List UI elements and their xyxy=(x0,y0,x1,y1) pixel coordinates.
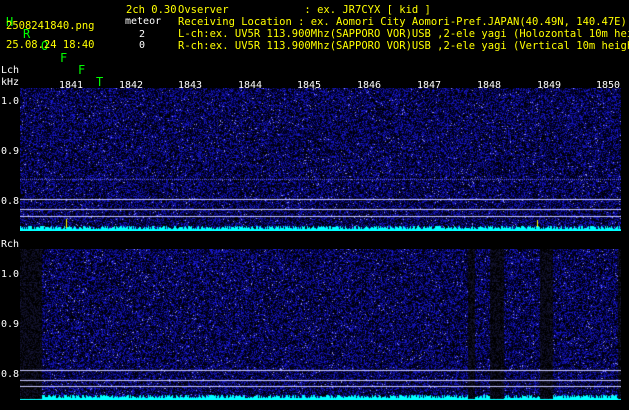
lch-tick-0.9: 0.9 xyxy=(1,146,20,157)
lch-unit: kHz xyxy=(1,77,20,88)
lch-tick-1.0: 1.0 xyxy=(1,96,20,107)
lch-label: Lch xyxy=(1,65,20,76)
rch-info-line: R-ch:ex. UV5R 113.900Mhz(SAPPORO VOR)USB… xyxy=(178,40,629,52)
meteor-count-lch: 2 xyxy=(139,29,146,40)
meteor-count-rch: 0 xyxy=(139,40,146,51)
title-letter: T xyxy=(96,75,104,89)
filename: 2508241840.png xyxy=(6,20,95,32)
mode-label: 2ch 0.30 xyxy=(126,4,177,16)
lch-tick-0.8: 0.8 xyxy=(1,196,20,207)
title-letter: F xyxy=(78,63,86,77)
meteor-label: meteor xyxy=(125,16,162,27)
location-line: Receiving Location : ex. Aomori City Aom… xyxy=(178,16,627,28)
rch-label: Rch xyxy=(1,239,20,250)
title-letter: F xyxy=(60,51,68,65)
lch-info-line: L-ch:ex. UV5R 113.900Mhz(SAPPORO VOR)USB… xyxy=(178,28,629,40)
datetime: 25.08.24 18:40 xyxy=(6,39,95,51)
rch-spectrogram xyxy=(20,249,621,400)
rch-tick-0.8: 0.8 xyxy=(1,369,20,380)
rch-tick-1.0: 1.0 xyxy=(1,269,20,280)
lch-spectrogram xyxy=(20,88,621,231)
rch-tick-0.9: 0.9 xyxy=(1,319,20,330)
observer-line: Ovserver : ex. JR7CYX [ kid ] xyxy=(178,4,431,16)
